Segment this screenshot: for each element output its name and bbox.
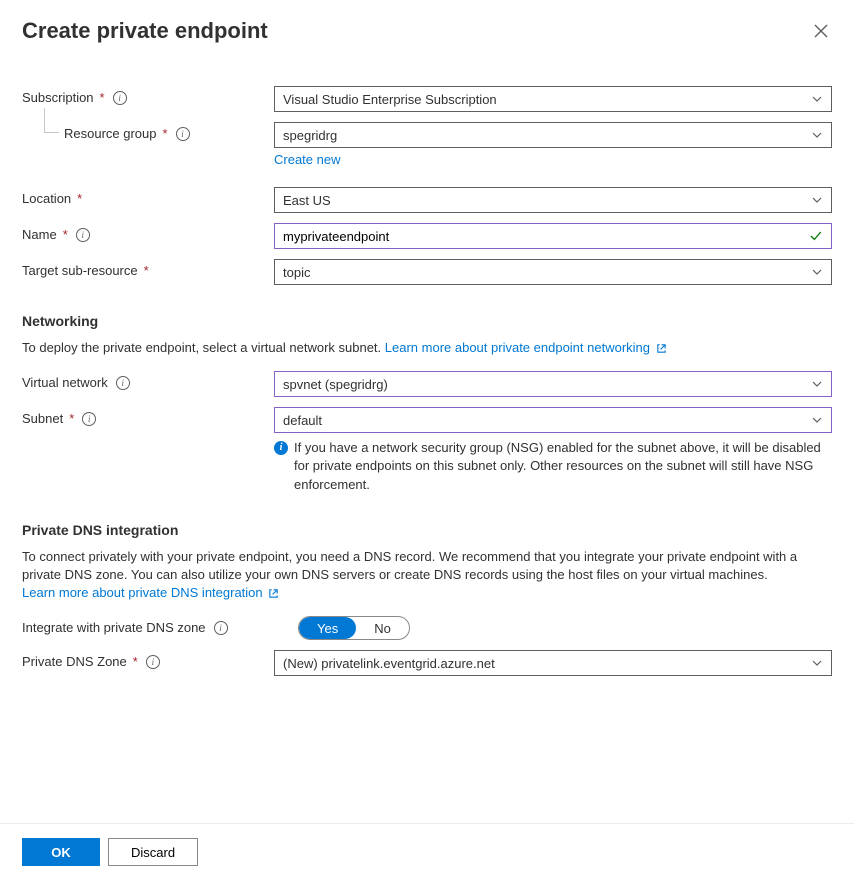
info-icon[interactable]: i [76,228,90,242]
location-select[interactable]: East US [274,187,832,213]
close-icon [814,24,828,38]
chevron-down-icon [811,194,823,206]
dns-link-text: Learn more about private DNS integration [22,585,263,600]
toggle-yes[interactable]: Yes [299,617,356,639]
networking-heading: Networking [22,313,832,329]
resource-group-value: spegridrg [283,128,337,143]
subnet-note: If you have a network security group (NS… [294,439,832,494]
check-icon [809,229,823,243]
resource-group-label: Resource group [64,126,157,141]
page-title: Create private endpoint [22,18,268,44]
dns-text: To connect privately with your private e… [22,549,797,582]
integrate-label: Integrate with private DNS zone [22,620,206,635]
subnet-select[interactable]: default [274,407,832,433]
location-label: Location [22,191,71,206]
networking-link-text: Learn more about private endpoint networ… [385,340,650,355]
resource-group-select[interactable]: spegridrg [274,122,832,148]
chevron-down-icon [811,93,823,105]
target-sub-resource-value: topic [283,265,310,280]
required-icon: * [69,411,74,426]
subscription-value: Visual Studio Enterprise Subscription [283,92,497,107]
required-icon: * [77,191,82,206]
required-icon: * [63,227,68,242]
info-icon[interactable]: i [146,655,160,669]
name-input[interactable] [283,229,809,244]
chevron-down-icon [811,414,823,426]
external-link-icon [656,343,667,354]
info-icon[interactable]: i [176,127,190,141]
info-icon[interactable]: i [116,376,130,390]
info-icon[interactable]: i [82,412,96,426]
location-value: East US [283,193,331,208]
info-icon[interactable]: i [113,91,127,105]
info-solid-icon: i [274,441,288,455]
ok-button[interactable]: OK [22,838,100,866]
required-icon: * [133,654,138,669]
dns-heading: Private DNS integration [22,522,832,538]
chevron-down-icon [811,378,823,390]
discard-button[interactable]: Discard [108,838,198,866]
target-sub-resource-label: Target sub-resource [22,263,138,278]
external-link-icon [268,588,279,599]
info-icon[interactable]: i [214,621,228,635]
required-icon: * [144,263,149,278]
virtual-network-label: Virtual network [22,375,108,390]
chevron-down-icon [811,129,823,141]
integrate-toggle: Yes No [298,616,410,640]
required-icon: * [163,126,168,141]
create-new-link[interactable]: Create new [274,152,340,167]
toggle-no[interactable]: No [356,617,409,639]
chevron-down-icon [811,657,823,669]
close-button[interactable] [810,20,832,42]
target-sub-resource-select[interactable]: topic [274,259,832,285]
name-input-wrapper [274,223,832,249]
dns-zone-value: (New) privatelink.eventgrid.azure.net [283,656,495,671]
subnet-value: default [283,413,322,428]
subnet-label: Subnet [22,411,63,426]
subscription-select[interactable]: Visual Studio Enterprise Subscription [274,86,832,112]
dns-learn-more-link[interactable]: Learn more about private DNS integration [22,585,279,600]
dns-zone-select[interactable]: (New) privatelink.eventgrid.azure.net [274,650,832,676]
required-icon: * [100,90,105,105]
dns-zone-label: Private DNS Zone [22,654,127,669]
virtual-network-value: spvnet (spegridrg) [283,377,388,392]
virtual-network-select[interactable]: spvnet (spegridrg) [274,371,832,397]
networking-learn-more-link[interactable]: Learn more about private endpoint networ… [385,340,667,355]
networking-text: To deploy the private endpoint, select a… [22,340,385,355]
name-label: Name [22,227,57,242]
subscription-label: Subscription [22,90,94,105]
chevron-down-icon [811,266,823,278]
